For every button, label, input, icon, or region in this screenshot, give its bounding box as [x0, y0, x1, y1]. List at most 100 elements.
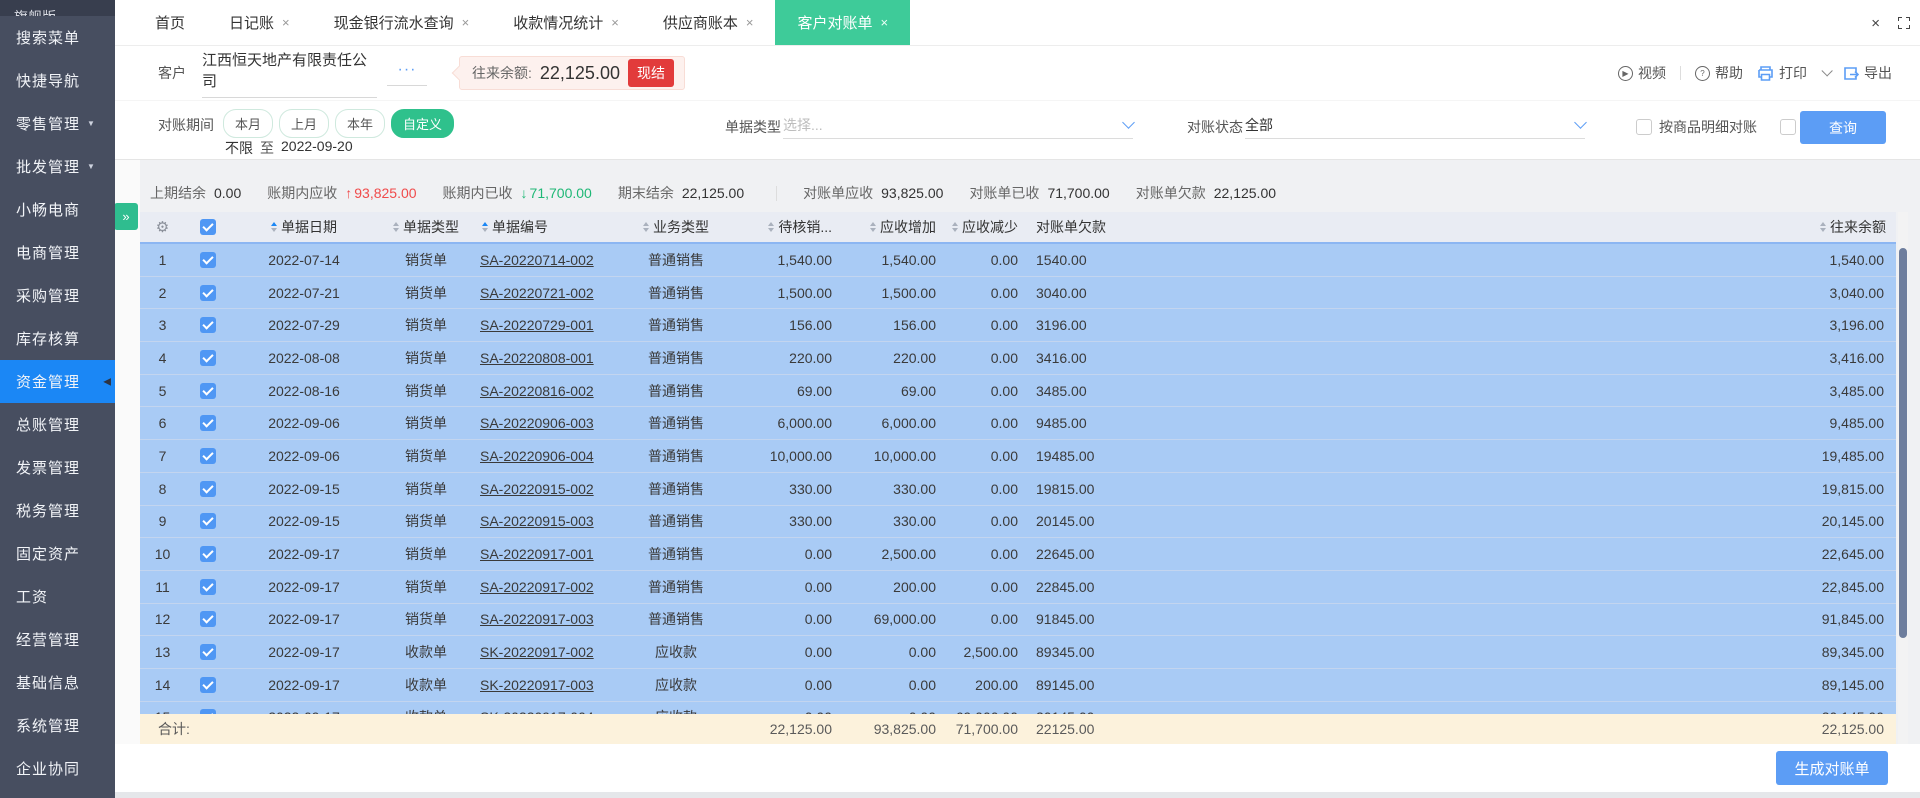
cell-code-link[interactable]: SA-20220917-003 [474, 611, 624, 627]
row-checkbox[interactable] [199, 415, 216, 432]
gear-icon[interactable]: ⚙ [140, 218, 185, 236]
row-checkbox[interactable] [199, 709, 216, 714]
sort-icon[interactable] [870, 222, 876, 232]
row-checkbox[interactable] [199, 644, 216, 661]
period-pill-1[interactable]: 本月 [223, 109, 274, 138]
col-increase[interactable]: 应收增加 [842, 217, 946, 237]
cell-code-link[interactable]: SA-20220917-002 [474, 579, 624, 595]
table-row[interactable]: 12 2022-09-17 销货单 SA-20220917-003 普通销售 0… [140, 603, 1896, 637]
settle-button[interactable]: 现结 [627, 59, 674, 87]
export-button[interactable]: 导出 [1843, 63, 1892, 83]
sort-icon[interactable] [643, 222, 649, 232]
video-button[interactable]: ▶ 视频 [1618, 63, 1666, 83]
cell-code-link[interactable]: SA-20220729-001 [474, 317, 624, 333]
cell-code-link[interactable]: SA-20220906-004 [474, 448, 624, 464]
period-range[interactable]: 不限 至 2022-09-20 [225, 138, 353, 158]
period-pill-3[interactable]: 本年 [335, 109, 386, 138]
sort-icon[interactable] [1820, 222, 1826, 232]
row-checkbox[interactable] [199, 349, 216, 366]
sidebar-item-7[interactable]: 采购管理 [0, 274, 115, 317]
table-row[interactable]: 3 2022-07-29 销货单 SA-20220729-001 普通销售 15… [140, 309, 1896, 343]
col-code[interactable]: 单据编号 [474, 217, 624, 237]
table-row[interactable]: 6 2022-09-06 销货单 SA-20220906-003 普通销售 6,… [140, 407, 1896, 441]
sidebar-item-10[interactable]: 总账管理 [0, 403, 115, 446]
sidebar-item-4[interactable]: 批发管理 ▼ [0, 145, 115, 188]
generate-statement-button[interactable]: 生成对账单 [1776, 751, 1888, 785]
row-checkbox[interactable] [199, 546, 216, 563]
sidebar-item-16[interactable]: 基础信息 [0, 661, 115, 704]
table-row[interactable]: 9 2022-09-15 销货单 SA-20220915-003 普通销售 33… [140, 505, 1896, 539]
table-row[interactable]: 13 2022-09-17 收款单 SK-20220917-002 应收款 0.… [140, 636, 1896, 669]
tab-1[interactable]: 首页 [133, 0, 207, 45]
tab-close-icon[interactable]: × [462, 15, 470, 30]
row-checkbox[interactable] [199, 251, 216, 268]
table-row[interactable]: 10 2022-09-17 销货单 SA-20220917-001 普通销售 0… [140, 538, 1896, 571]
cell-code-link[interactable]: SA-20220721-002 [474, 285, 624, 301]
print-button[interactable]: 打印 [1757, 63, 1807, 83]
table-row[interactable]: 7 2022-09-06 销货单 SA-20220906-004 普通销售 10… [140, 440, 1896, 473]
sort-icon[interactable] [271, 222, 277, 232]
tab-3[interactable]: 现金银行流水查询 × [312, 0, 492, 45]
col-date[interactable]: 单据日期 [230, 217, 378, 237]
table-row[interactable]: 14 2022-09-17 收款单 SK-20220917-003 应收款 0.… [140, 668, 1896, 702]
row-checkbox[interactable] [199, 447, 216, 464]
tab-close-icon[interactable]: × [746, 15, 754, 30]
period-pill-4[interactable]: 自定义 [391, 109, 455, 138]
fullscreen-icon[interactable] [1898, 17, 1910, 29]
sidebar-item-6[interactable]: 电商管理 [0, 231, 115, 274]
sidebar-item-11[interactable]: 发票管理 [0, 446, 115, 489]
cell-code-link[interactable]: SA-20220808-001 [474, 350, 624, 366]
select-all-checkbox[interactable] [199, 219, 216, 235]
table-row[interactable]: 4 2022-08-08 销货单 SA-20220808-001 普通销售 22… [140, 342, 1896, 375]
period-pill-2[interactable]: 上月 [279, 109, 330, 138]
sidebar-item-18[interactable]: 企业协同 [0, 747, 115, 790]
expand-panel-button[interactable]: » [114, 203, 138, 230]
row-checkbox[interactable] [199, 480, 216, 497]
tab-close-icon[interactable]: × [282, 15, 290, 30]
cell-code-link[interactable]: SA-20220714-002 [474, 252, 624, 268]
status-select[interactable]: 全部 [1245, 111, 1587, 139]
cell-code-link[interactable]: SK-20220917-002 [474, 644, 624, 660]
cell-code-link[interactable]: SA-20220816-002 [474, 383, 624, 399]
row-checkbox[interactable] [199, 513, 216, 530]
close-icon[interactable]: × [1871, 15, 1880, 32]
sidebar-item-3[interactable]: 零售管理 ▼ [0, 102, 115, 145]
sort-icon[interactable] [393, 222, 399, 232]
col-debt[interactable]: 对账单欠款 [1028, 217, 1128, 237]
table-row[interactable]: 1 2022-07-14 销货单 SA-20220714-002 普通销售 1,… [140, 244, 1896, 277]
sidebar-item-14[interactable]: 工资 [0, 575, 115, 618]
col-type[interactable]: 单据类型 [378, 217, 474, 237]
col-balance[interactable]: 往来余额 [1766, 217, 1896, 237]
sidebar-item-2[interactable]: 快捷导航 [0, 59, 115, 102]
sidebar-item-12[interactable]: 税务管理 [0, 489, 115, 532]
tab-6[interactable]: 客户对账单 × [775, 0, 911, 45]
table-row[interactable]: 2 2022-07-21 销货单 SA-20220721-002 普通销售 1,… [140, 276, 1896, 310]
detail-checkbox[interactable]: 按商品明细对账 [1636, 117, 1757, 137]
print-dropdown-icon[interactable] [1821, 65, 1833, 77]
sidebar-item-1[interactable]: 搜索菜单 [0, 16, 115, 59]
row-checkbox[interactable] [199, 382, 216, 399]
sidebar-item-15[interactable]: 经营管理 [0, 618, 115, 661]
table-row[interactable]: 5 2022-08-16 销货单 SA-20220816-002 普通销售 69… [140, 374, 1896, 408]
table-row[interactable]: 8 2022-09-15 销货单 SA-20220915-002 普通销售 33… [140, 472, 1896, 506]
row-checkbox[interactable] [199, 676, 216, 693]
customer-field[interactable]: 江西恒天地产有限责任公司 [202, 49, 377, 98]
sort-icon[interactable] [768, 222, 775, 232]
tab-close-icon[interactable]: × [611, 15, 619, 30]
cell-code-link[interactable]: SA-20220917-001 [474, 546, 624, 562]
cell-code-link[interactable]: SK-20220917-004 [474, 709, 624, 714]
tab-close-icon[interactable]: × [880, 15, 888, 30]
cell-code-link[interactable]: SA-20220915-003 [474, 513, 624, 529]
row-checkbox[interactable] [199, 578, 216, 595]
doc-type-select[interactable]: 选择... [783, 111, 1135, 139]
sidebar-item-13[interactable]: 固定资产 [0, 532, 115, 575]
col-decrease[interactable]: 应收减少 [946, 217, 1028, 237]
cell-code-link[interactable]: SK-20220917-003 [474, 677, 624, 693]
sidebar-item-17[interactable]: 系统管理 [0, 704, 115, 747]
cell-code-link[interactable]: SA-20220906-003 [474, 415, 624, 431]
sidebar-item-5[interactable]: 小畅电商 [0, 188, 115, 231]
help-button[interactable]: ? 帮助 [1695, 63, 1743, 83]
col-biz[interactable]: 业务类型 [624, 217, 728, 237]
table-row[interactable]: 15 2022-09-17 收款单 SK-20220917-004 应收款 0.… [140, 701, 1896, 714]
query-button[interactable]: 查询 [1800, 111, 1886, 144]
